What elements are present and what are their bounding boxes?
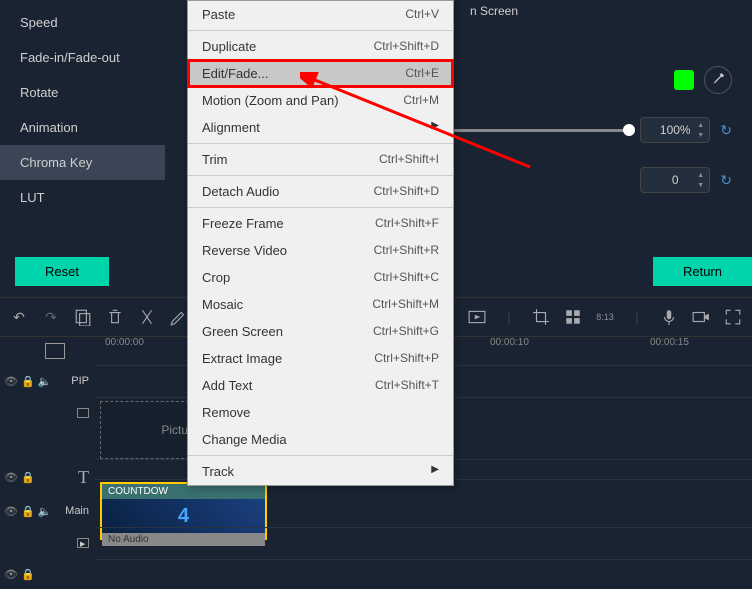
sidebar-item-speed[interactable]: Speed [0, 5, 165, 40]
refresh-icon[interactable]: ↻ [720, 122, 732, 139]
sidebar-item-lut[interactable]: LUT [0, 180, 165, 215]
lock-icon[interactable]: 🔒 [21, 568, 35, 581]
undo-icon[interactable]: ↶ [10, 308, 28, 326]
eyedropper-button[interactable] [704, 66, 732, 94]
menu-item-edit-fade[interactable]: Edit/Fade...Ctrl+E [188, 60, 453, 87]
track-label-main: Main [65, 505, 89, 517]
reset-button[interactable]: Reset [15, 257, 109, 286]
menu-item-trim[interactable]: TrimCtrl+Shift+I [188, 146, 453, 173]
delete-icon[interactable] [106, 308, 124, 326]
menu-item-paste[interactable]: PasteCtrl+V [188, 1, 453, 28]
clip-title: COUNTDOW [102, 484, 265, 499]
ruler-tick: 00:00:10 [490, 337, 529, 348]
refresh-icon[interactable]: ↻ [720, 172, 732, 189]
menu-item-mosaic[interactable]: MosaicCtrl+Shift+M [188, 291, 453, 318]
play-icon[interactable] [468, 308, 486, 326]
return-button[interactable]: Return [653, 257, 752, 286]
mic-icon[interactable] [660, 308, 678, 326]
menu-item-alignment[interactable]: Alignment▶ [188, 114, 453, 141]
lock-icon[interactable]: 🔒 [21, 471, 35, 484]
intensity-value[interactable]: 100%▲▼ [640, 117, 710, 143]
divider: | [628, 308, 646, 326]
menu-item-green-screen[interactable]: Green ScreenCtrl+Shift+G [188, 318, 453, 345]
eyedropper-icon [711, 73, 725, 87]
track-thumb-icon [77, 408, 89, 418]
eye-icon[interactable]: 👁 [4, 471, 18, 484]
ruler-tick: 00:00:15 [650, 337, 689, 348]
menu-item-detach-audio[interactable]: Detach AudioCtrl+Shift+D [188, 178, 453, 205]
lock-icon[interactable]: 🔒 [21, 505, 35, 518]
menu-item-crop[interactable]: CropCtrl+Shift+C [188, 264, 453, 291]
sidebar-item-chroma-key[interactable]: Chroma Key [0, 145, 165, 180]
menu-item-remove[interactable]: Remove [188, 399, 453, 426]
eye-icon[interactable]: 👁 [4, 375, 18, 388]
mute-icon[interactable]: 🔈 [38, 375, 52, 388]
menu-divider [188, 175, 453, 176]
sidebar-item-rotate[interactable]: Rotate [0, 75, 165, 110]
menu-item-add-text[interactable]: Add TextCtrl+Shift+T [188, 372, 453, 399]
track-thumb-icon: ▶ [77, 538, 89, 548]
menu-item-motion[interactable]: Motion (Zoom and Pan)Ctrl+M [188, 87, 453, 114]
menu-item-extract-image[interactable]: Extract ImageCtrl+Shift+P [188, 345, 453, 372]
chroma-color-swatch[interactable] [674, 70, 694, 90]
mute-icon[interactable]: 🔈 [38, 505, 52, 518]
divider: | [500, 308, 518, 326]
sidebar-item-fade[interactable]: Fade-in/Fade-out [0, 40, 165, 75]
context-menu: PasteCtrl+V DuplicateCtrl+Shift+D Edit/F… [187, 0, 454, 486]
edit-icon[interactable] [170, 308, 188, 326]
menu-divider [188, 30, 453, 31]
lock-icon[interactable]: 🔒 [21, 375, 35, 388]
menu-item-freeze-frame[interactable]: Freeze FrameCtrl+Shift+F [188, 210, 453, 237]
menu-divider [188, 143, 453, 144]
effects-sidebar: Speed Fade-in/Fade-out Rotate Animation … [0, 0, 165, 280]
fullscreen-icon[interactable] [724, 308, 742, 326]
text-track-icon: T [78, 467, 89, 488]
offset-value[interactable]: 0▲▼ [640, 167, 710, 193]
eye-icon[interactable]: 👁 [4, 505, 18, 518]
chevron-right-icon: ▶ [431, 464, 439, 479]
copy-icon[interactable] [74, 308, 92, 326]
track-label-pip: PIP [71, 375, 89, 387]
sidebar-item-animation[interactable]: Animation [0, 110, 165, 145]
menu-divider [188, 455, 453, 456]
chevron-right-icon: ▶ [431, 120, 439, 135]
menu-item-duplicate[interactable]: DuplicateCtrl+Shift+D [188, 33, 453, 60]
layout-icon[interactable] [45, 343, 65, 359]
redo-icon[interactable]: ↷ [42, 308, 60, 326]
mosaic-icon[interactable] [564, 308, 582, 326]
eye-icon[interactable]: 👁 [4, 568, 18, 581]
ratio-icon[interactable]: 8:13 [596, 308, 614, 326]
ruler-tick: 00:00:00 [105, 337, 144, 348]
camera-icon[interactable] [692, 308, 710, 326]
crop-icon[interactable] [532, 308, 550, 326]
screen-label: n Screen [470, 4, 518, 18]
menu-divider [188, 207, 453, 208]
split-icon[interactable] [138, 308, 156, 326]
menu-item-track[interactable]: Track▶ [188, 458, 453, 485]
menu-item-reverse-video[interactable]: Reverse VideoCtrl+Shift+R [188, 237, 453, 264]
menu-item-change-media[interactable]: Change Media [188, 426, 453, 453]
